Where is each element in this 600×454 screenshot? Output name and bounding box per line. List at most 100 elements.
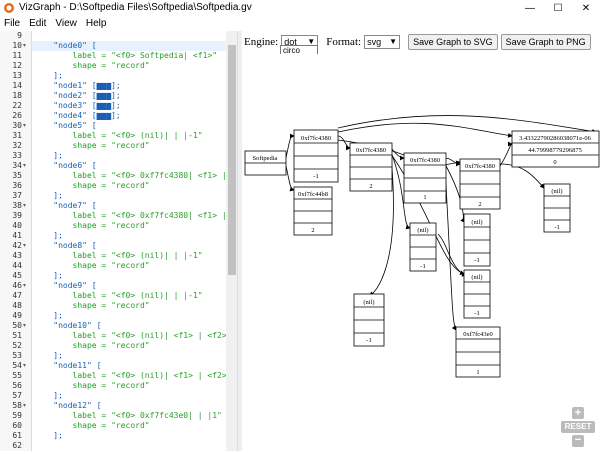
line-number: 12 [12,61,22,70]
edge [337,135,351,151]
code-line[interactable]: label = "<f0> 0xf7fc4380| <f1> | <f2> [34,171,237,181]
node-label: 2 [311,227,314,234]
code-line[interactable]: "node8" [ [34,241,96,251]
code-line[interactable]: "node9" [ [34,281,96,291]
code-line[interactable]: ]; [34,231,63,241]
code-line[interactable]: "node0" [ [34,41,96,51]
code-line[interactable]: label = "<f0> (nil)| <f1> | <f2> |-1" [34,371,237,381]
line-number: 46 [12,281,22,290]
node-label: (nil) [551,188,562,195]
node-label: 0xf7fc4380 [410,157,440,164]
code-line[interactable]: ]; [34,271,63,281]
node-label: 1 [423,194,426,201]
code-line[interactable]: "node12" [ [34,401,101,411]
line-number: 39 [12,211,22,220]
code-line[interactable]: label = "<f0> 0xf7fc4380| <f1> | <f2> [34,211,237,221]
code-line[interactable]: "node6" [ [34,161,96,171]
title-bar: VizGraph - D:\Softpedia Files\Softpedia\… [0,0,600,16]
node-label: 2 [369,183,372,190]
code-line[interactable]: shape = "record" [34,381,150,391]
code-line[interactable]: ]; [34,351,63,361]
code-line[interactable]: shape = "record" [34,221,150,231]
code-line[interactable]: label = "<f0> (nil)| | |-1" [34,131,203,141]
line-number: 55 [12,371,22,380]
code-line[interactable]: label = "<f0> Softpedia| <f1>" [34,51,218,61]
code-line[interactable]: ]; [34,191,63,201]
minimize-button[interactable]: — [516,0,544,16]
close-button[interactable]: ✕ [572,0,600,16]
line-number: 41 [12,231,22,240]
code-line[interactable]: ]; [34,431,63,441]
node-label: 0 [553,159,556,166]
line-number: 31 [12,131,22,140]
save-svg-button[interactable]: Save Graph to SVG [408,34,498,50]
code-line[interactable]: "node1" [▆▆▆]; [34,81,120,91]
code-line[interactable]: "node7" [ [34,201,96,211]
format-select-value: svg [367,37,382,47]
fold-toggle-icon[interactable]: ▾ [23,121,31,131]
code-editor[interactable]: 9 10 ▾ "node0" [11 label = "<f0> Softpedia… [0,31,238,451]
code-line[interactable]: label = "<f0> (nil)| | |-1" [34,291,203,301]
save-png-button[interactable]: Save Graph to PNG [500,34,591,50]
editor-scrollbar-thumb[interactable] [228,45,236,275]
node-label: 0xf7fc4380 [465,163,495,170]
fold-toggle-icon[interactable]: ▾ [23,321,31,331]
fold-toggle-icon[interactable]: ▾ [23,361,31,371]
line-number: 10 [12,41,22,50]
code-line[interactable]: shape = "record" [34,261,150,271]
code-line[interactable]: label = "<f0> (nil)| | |-1" [34,251,203,261]
menu-file[interactable]: File [4,18,20,29]
line-number: 49 [12,311,22,320]
maximize-button[interactable]: ☐ [544,0,572,16]
node-label: Softpedia [253,155,278,162]
code-line[interactable]: "node4" [▆▆▆]; [34,111,120,121]
fold-toggle-icon[interactable]: ▾ [23,201,31,211]
line-number: 44 [12,261,22,270]
menu-view[interactable]: View [55,18,77,29]
node-label: 0xf7fc44b8 [298,191,328,198]
code-line[interactable]: "node5" [ [34,121,96,131]
node-label: (nil) [471,219,482,226]
code-line[interactable]: ]; [34,71,63,81]
line-number: 42 [12,241,22,250]
code-line[interactable]: ]; [34,311,63,321]
format-select[interactable]: svg ▼ [364,35,401,49]
fold-toggle-icon[interactable]: ▾ [23,241,31,251]
edge [285,133,295,159]
code-line[interactable]: label = "<f0> (nil)| <f1> | <f2> |-1" [34,331,237,341]
node-label: -1 [554,224,559,231]
code-line[interactable]: "node2" [▆▆▆]; [34,91,120,101]
reset-zoom-button[interactable]: RESET [561,421,595,433]
fold-toggle-icon[interactable]: ▾ [23,281,31,291]
line-number: 32 [12,141,22,150]
code-line[interactable]: "node11" [ [34,361,101,371]
node-label: 1 [476,369,479,376]
code-line[interactable]: ]; [34,391,63,401]
line-number: 43 [12,251,22,260]
edge [437,233,467,277]
graph-svg[interactable]: Softpedia 0xf7fc4380 -1 0xf7fc44b8 2 0xf… [242,54,600,451]
line-number: 13 [12,71,22,80]
fold-toggle-icon[interactable]: ▾ [23,161,31,171]
code-line[interactable]: shape = "record" [34,61,150,71]
code-line[interactable]: shape = "record" [34,341,150,351]
menu-edit[interactable]: Edit [29,18,46,29]
window-title: VizGraph - D:\Softpedia Files\Softpedia\… [19,2,252,13]
code-line[interactable]: shape = "record" [34,301,150,311]
code-line[interactable]: shape = "record" [34,421,150,431]
fold-toggle-icon[interactable]: ▾ [23,401,31,411]
graph-canvas[interactable]: Softpedia 0xf7fc4380 -1 0xf7fc44b8 2 0xf… [242,54,600,451]
code-line[interactable]: ]; [34,151,63,161]
line-number: 11 [12,51,22,60]
code-line[interactable]: shape = "record" [34,141,150,151]
zoom-in-button[interactable]: + [572,407,584,419]
line-number: 22 [12,101,22,110]
menu-help[interactable]: Help [86,18,107,29]
code-line[interactable]: "node3" [▆▆▆]; [34,101,120,111]
zoom-out-button[interactable]: − [572,435,584,447]
fold-toggle-icon[interactable]: ▾ [23,41,31,51]
code-line[interactable]: "node10" [ [34,321,101,331]
code-line[interactable]: shape = "record" [34,181,150,191]
line-number: 34 [12,161,22,170]
code-line[interactable]: label = "<f0> 0xf7fc43e0| | |1" [34,411,222,421]
